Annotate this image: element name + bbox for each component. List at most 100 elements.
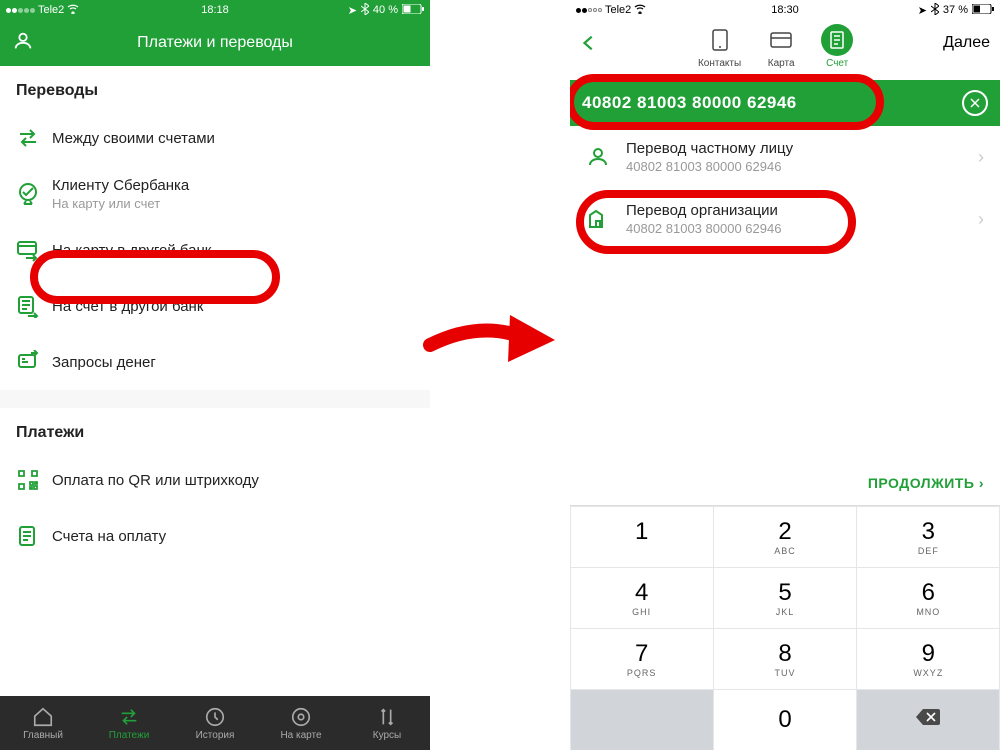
status-time: 18:30 — [715, 4, 854, 16]
nav-label: История — [196, 730, 235, 741]
row-bills[interactable]: Счета на оплату — [0, 508, 430, 564]
content: Переводы Между своими счетами Клиенту Сб… — [0, 66, 430, 750]
row-own-accounts[interactable]: Между своими счетами — [0, 110, 430, 166]
row-card-other-bank[interactable]: На карту в другой банк — [0, 222, 430, 278]
chevron-right-icon: › — [979, 475, 984, 491]
battery-icon — [972, 4, 994, 17]
nav-label: Курсы — [373, 730, 401, 741]
tab-account[interactable]: Счет — [821, 24, 853, 69]
signal-dots-icon — [576, 8, 602, 13]
continue-button[interactable]: ПРОДОЛЖИТЬ › — [570, 461, 1000, 505]
header: Платежи и переводы — [0, 20, 430, 66]
tab-label: Контакты — [698, 58, 741, 69]
result-sub: 40802 81003 80000 62946 — [626, 221, 978, 236]
card-icon — [765, 24, 797, 56]
bluetooth-icon — [361, 3, 369, 18]
row-label: Счета на оплату — [52, 528, 414, 545]
phone-right: Tele2 18:30 ➤ 37 % Контакты — [570, 0, 1000, 750]
bottom-nav: Главный Платежи История На карте Курсы — [0, 696, 430, 750]
key-8[interactable]: 8TUV — [714, 629, 856, 689]
location-icon: ➤ — [348, 4, 357, 17]
result-title: Перевод организации — [626, 202, 978, 219]
key-7[interactable]: 7PQRS — [571, 629, 713, 689]
key-5[interactable]: 5JKL — [714, 568, 856, 628]
document-icon — [821, 24, 853, 56]
status-bar: Tele2 18:30 ➤ 37 % — [570, 0, 1000, 20]
carrier-label: Tele2 — [605, 4, 631, 16]
tab-label: Карта — [768, 58, 795, 69]
section-payments: Платежи — [0, 408, 430, 452]
person-icon — [586, 145, 626, 169]
chat-icon — [16, 350, 52, 374]
signal-dots-icon — [6, 8, 35, 13]
bluetooth-icon — [931, 3, 939, 18]
row-sublabel: На карту или счет — [52, 196, 414, 211]
key-6[interactable]: 6MNO — [857, 568, 999, 628]
header: Контакты Карта Счет Далее — [570, 20, 1000, 80]
account-out-icon — [16, 294, 52, 318]
carrier-label: Tele2 — [38, 4, 64, 16]
nav-label: Главный — [23, 730, 63, 741]
row-label: На счет в другой банк — [52, 298, 414, 315]
key-3[interactable]: 3DEF — [857, 507, 999, 567]
tab-label: Счет — [826, 58, 848, 69]
row-qr-pay[interactable]: Оплата по QR или штрихкоду — [0, 452, 430, 508]
result-sub: 40802 81003 80000 62946 — [626, 159, 978, 174]
backspace-icon — [915, 708, 941, 731]
key-empty — [571, 690, 713, 750]
key-9[interactable]: 9WXYZ — [857, 629, 999, 689]
arrow-icon — [420, 300, 570, 380]
chevron-right-icon: › — [978, 147, 984, 168]
account-value: 40802 81003 80000 62946 — [582, 93, 962, 113]
result-person[interactable]: Перевод частному лицу 40802 81003 80000 … — [570, 126, 1000, 188]
account-input[interactable]: 40802 81003 80000 62946 — [570, 80, 1000, 126]
page-title: Платежи и переводы — [36, 34, 394, 52]
row-label: Оплата по QR или штрихкоду — [52, 472, 414, 489]
back-button[interactable] — [580, 24, 608, 57]
swap-icon — [16, 126, 52, 150]
row-label: Клиенту Сбербанка — [52, 177, 414, 194]
row-sber-client[interactable]: Клиенту Сбербанка На карту или счет — [0, 166, 430, 222]
qr-icon — [16, 468, 52, 492]
phone-icon — [704, 24, 736, 56]
building-icon — [586, 207, 626, 231]
status-time: 18:18 — [145, 4, 284, 16]
sber-icon — [16, 182, 52, 206]
row-label: Между своими счетами — [52, 130, 414, 147]
row-label: На карту в другой банк — [52, 242, 414, 259]
tab-card[interactable]: Карта — [765, 24, 797, 69]
key-1[interactable]: 1 — [571, 507, 713, 567]
battery-icon — [402, 4, 424, 17]
key-2[interactable]: 2ABC — [714, 507, 856, 567]
clear-button[interactable] — [962, 90, 988, 116]
wifi-icon — [67, 4, 79, 17]
key-4[interactable]: 4GHI — [571, 568, 713, 628]
wifi-icon — [634, 4, 646, 17]
result-title: Перевод частному лицу — [626, 140, 978, 157]
next-button[interactable]: Далее — [943, 24, 990, 52]
battery-label: 37 % — [943, 4, 968, 16]
key-delete[interactable] — [857, 690, 999, 750]
card-out-icon — [16, 238, 52, 262]
tab-contacts[interactable]: Контакты — [698, 24, 741, 69]
location-icon: ➤ — [918, 4, 927, 17]
result-organization[interactable]: Перевод организации 40802 81003 80000 62… — [570, 188, 1000, 250]
phone-left: Tele2 18:18 ➤ 40 % Платежи и переводы Пе… — [0, 0, 430, 750]
row-label: Запросы денег — [52, 354, 414, 371]
nav-payments[interactable]: Платежи — [86, 696, 172, 750]
keypad: 1 2ABC 3DEF 4GHI 5JKL 6MNO 7PQRS 8TUV 9W… — [570, 505, 1000, 750]
nav-rates[interactable]: Курсы — [344, 696, 430, 750]
row-account-other-bank[interactable]: На счет в другой банк — [0, 278, 430, 334]
status-bar: Tele2 18:18 ➤ 40 % — [0, 0, 430, 20]
row-money-requests[interactable]: Запросы денег — [0, 334, 430, 390]
chevron-right-icon: › — [978, 209, 984, 230]
nav-map[interactable]: На карте — [258, 696, 344, 750]
bill-icon — [16, 524, 52, 548]
nav-label: Платежи — [109, 730, 150, 741]
battery-label: 40 % — [373, 4, 398, 16]
key-0[interactable]: 0 — [714, 690, 856, 750]
nav-history[interactable]: История — [172, 696, 258, 750]
section-transfers: Переводы — [0, 66, 430, 110]
nav-home[interactable]: Главный — [0, 696, 86, 750]
profile-icon[interactable] — [12, 30, 36, 57]
